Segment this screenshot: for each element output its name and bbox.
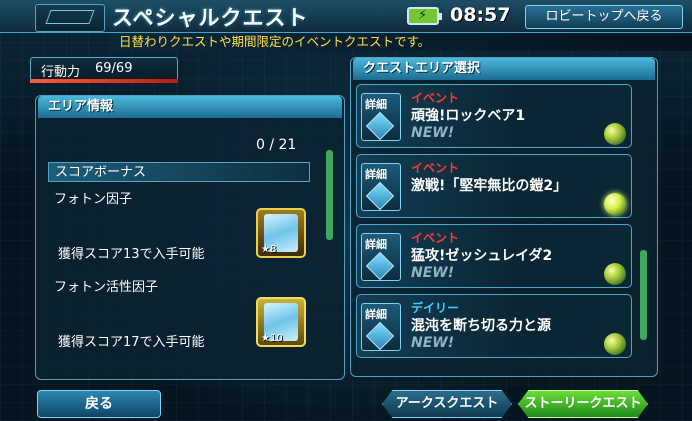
rarity-label: ★8 — [261, 244, 277, 255]
item-condition: 獲得スコア13で入手可能 — [58, 247, 205, 262]
item-name: フォトン活性因子 — [54, 280, 159, 295]
orb-icon — [604, 333, 626, 355]
detail-label: 詳細 — [365, 238, 387, 251]
back-button[interactable]: 戻る — [37, 390, 161, 418]
diamond-icon — [365, 181, 395, 211]
area-info-title: エリア情報 — [38, 96, 342, 118]
photon-factor-card[interactable]: ★8 — [256, 208, 306, 258]
rarity-label: ★10 — [261, 333, 283, 344]
quest-type: デイリー — [411, 301, 460, 315]
detail-label: 詳細 — [365, 168, 387, 181]
diamond-icon — [365, 251, 395, 281]
item-condition: 獲得スコア17で入手可能 — [58, 335, 205, 350]
battery-charging-icon: ⚡ — [407, 7, 442, 25]
new-badge: NEW! — [411, 125, 455, 141]
detail-button[interactable]: 詳細 — [361, 163, 401, 211]
detail-label: 詳細 — [365, 98, 387, 111]
new-badge: NEW! — [411, 335, 455, 351]
quest-title: 混沌を断ち切る力と源 — [411, 318, 551, 334]
quest-item[interactable]: 詳細 イベント 激戦!「堅牢無比の鎧2」 — [356, 154, 632, 218]
quest-title: 猛攻!ゼッシュレイダ2 — [411, 248, 553, 264]
stamina-label: 行動力 — [41, 65, 81, 80]
clock: 08:57 — [450, 4, 511, 26]
area-info-count: 0 / 21 — [256, 137, 297, 153]
quest-area-title: クエストエリア選択 — [353, 58, 655, 80]
lobby-top-button[interactable]: ロビートップへ戻る — [525, 5, 683, 29]
detail-button[interactable]: 詳細 — [361, 93, 401, 141]
quest-item[interactable]: 詳細 イベント 頑強!ロックベア1 NEW! — [356, 84, 632, 148]
quest-item[interactable]: 詳細 デイリー 混沌を断ち切る力と源 NEW! — [356, 294, 632, 358]
stamina-value: 69/69 — [95, 61, 133, 76]
stamina-bar — [30, 79, 178, 83]
diamond-icon — [365, 111, 395, 141]
item-name: フォトン因子 — [54, 192, 133, 207]
orb-icon — [604, 193, 626, 215]
diamond-icon — [365, 321, 395, 351]
quest-title: 激戦!「堅牢無比の鎧2」 — [411, 178, 568, 194]
quest-title: 頑強!ロックベア1 — [411, 108, 526, 124]
quest-item[interactable]: 詳細 イベント 猛攻!ゼッシュレイダ2 NEW! — [356, 224, 632, 288]
orb-icon — [604, 263, 626, 285]
stamina-box: 行動力 69/69 — [30, 57, 178, 81]
quest-type: イベント — [411, 161, 460, 175]
story-quest-button[interactable]: ストーリークエスト — [518, 390, 648, 418]
detail-button[interactable]: 詳細 — [361, 233, 401, 281]
orb-icon — [604, 123, 626, 145]
arks-quest-button[interactable]: アークスクエスト — [382, 390, 512, 418]
quest-list-scrollbar[interactable] — [640, 90, 647, 370]
area-info-scrollbar[interactable] — [326, 150, 333, 360]
photon-active-factor-card[interactable]: ★10 — [256, 297, 306, 347]
page-subtitle: 日替わりクエストや期間限定のイベントクエストです。 — [113, 33, 692, 51]
score-bonus-header: スコアボーナス — [48, 162, 310, 182]
quest-type: イベント — [411, 91, 460, 105]
game-logo — [35, 4, 105, 32]
detail-label: 詳細 — [365, 308, 387, 321]
quest-type: イベント — [411, 231, 460, 245]
page-title: スペシャルクエスト — [112, 6, 309, 30]
new-badge: NEW! — [411, 265, 455, 281]
detail-button[interactable]: 詳細 — [361, 303, 401, 351]
